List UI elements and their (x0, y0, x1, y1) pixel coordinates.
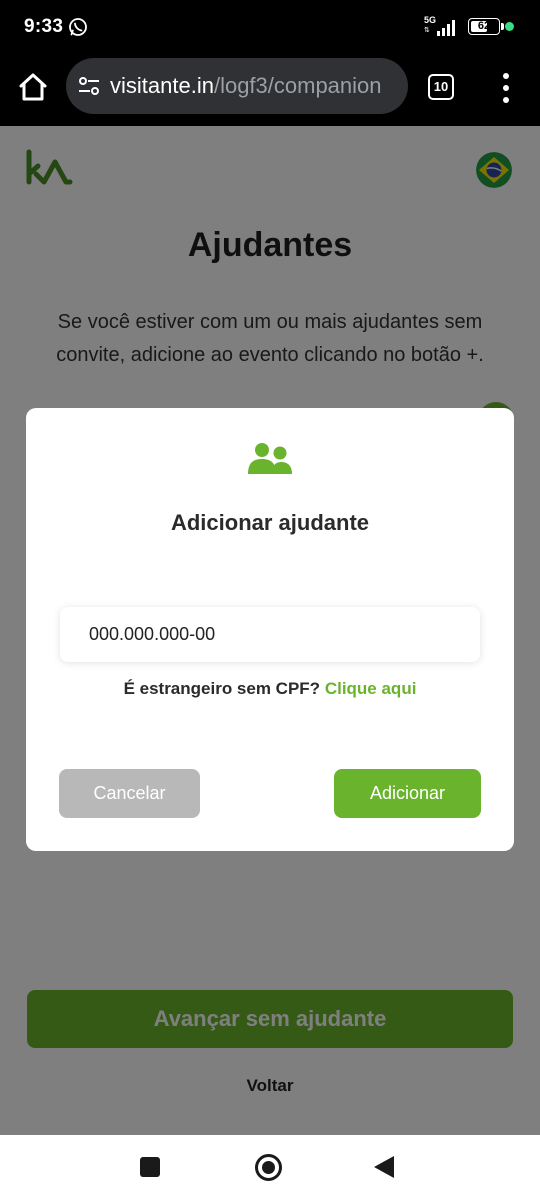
whatsapp-icon (69, 18, 87, 36)
battery-level: 62 (477, 20, 491, 32)
foreign-click-here-link[interactable]: Clique aqui (325, 679, 417, 698)
system-navigation-bar (0, 1135, 540, 1200)
battery-icon: 62 (468, 18, 500, 35)
data-arrows-icon: ⇅ (424, 27, 430, 34)
add-button[interactable]: Adicionar (334, 769, 481, 818)
browser-toolbar: visitante.in/logf3/companion 10 (0, 54, 540, 126)
url-domain: visitante.in (110, 73, 214, 98)
home-circle-icon[interactable] (255, 1154, 282, 1181)
users-icon (248, 443, 292, 474)
cancel-button[interactable]: Cancelar (59, 769, 200, 818)
status-bar: 9:33 5G ⇅ 62 (0, 0, 540, 54)
add-helper-dialog: Adicionar ajudante É estrangeiro sem CPF… (26, 408, 514, 851)
foreign-question: É estrangeiro sem CPF? (123, 679, 321, 698)
tab-switcher-button[interactable]: 10 (428, 74, 454, 100)
address-bar[interactable]: visitante.in/logf3/companion (66, 58, 408, 114)
home-icon[interactable] (14, 68, 52, 106)
dialog-title: Adicionar ajudante (170, 510, 370, 535)
battery-tip (501, 23, 504, 30)
foreign-no-cpf-line: É estrangeiro sem CPF? Clique aqui (26, 679, 514, 699)
site-settings-icon[interactable] (78, 77, 100, 95)
url-text[interactable]: visitante.in/logf3/companion (110, 73, 402, 99)
status-time: 9:33 (24, 16, 64, 37)
url-path: /logf3/companion (213, 73, 382, 98)
browser-menu-icon[interactable] (494, 72, 518, 104)
network-type: 5G (424, 15, 437, 25)
cpf-input[interactable] (60, 607, 480, 662)
privacy-indicator-dot (505, 22, 514, 31)
back-triangle-icon[interactable] (374, 1156, 394, 1178)
signal-indicator: 5G ⇅ (424, 16, 458, 38)
recent-apps-icon[interactable] (140, 1157, 160, 1177)
signal-bars-icon (437, 20, 455, 36)
